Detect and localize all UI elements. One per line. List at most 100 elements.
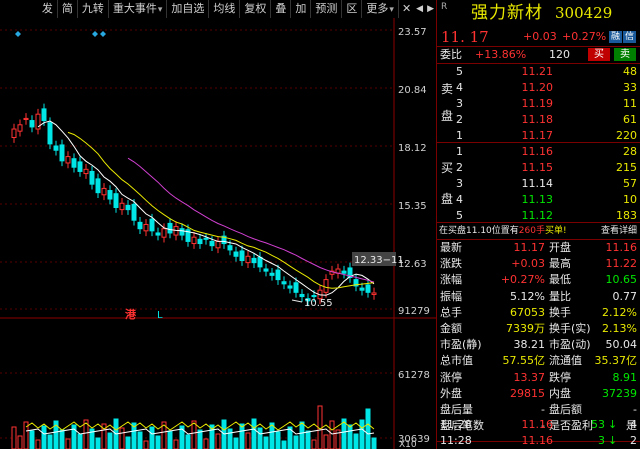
toolbar-add-watchlist-button[interactable]: 加自选 [167, 0, 210, 18]
volume-bar [29, 430, 35, 449]
notice-row: 在买盘11.10位置有260手买单! 查看详细 [437, 223, 640, 240]
volume-bar [371, 437, 377, 449]
stat-label-left: 振幅 [440, 289, 462, 303]
toolbar-adjust-button[interactable]: 复权 [240, 0, 272, 18]
volume-bar [119, 427, 125, 449]
volume-bars [11, 405, 377, 449]
candle-body [239, 250, 245, 262]
low-label: 10.55 [304, 298, 333, 309]
volume-bar [365, 408, 371, 449]
margin-badge: 融 [609, 31, 623, 43]
bid-row[interactable]: 4 11.13 10 [437, 191, 640, 208]
ask-volume: 48 [623, 65, 637, 78]
volume-bar [77, 433, 83, 449]
toolbar-forecast-button[interactable]: 预测 [311, 0, 343, 18]
bid-level: 4 [456, 193, 463, 206]
bid-volume: 28 [623, 145, 637, 158]
ask-row[interactable]: 3 11.19 11 [437, 95, 640, 112]
weicha-value: 120 [549, 48, 570, 61]
bid-row[interactable]: 2 11.15 215 [437, 159, 640, 176]
candle-body [155, 232, 161, 236]
candle-body [149, 218, 155, 232]
high-label: 12.33−11. [354, 255, 407, 266]
bid-row[interactable]: 3 11.14 57 [437, 175, 640, 192]
ask-price: 11.20 [521, 81, 554, 94]
toolbar-fa-button[interactable]: 发 [38, 0, 58, 18]
arrow-left-icon[interactable]: ◀ [414, 0, 425, 18]
bid-row[interactable]: 1 11.16 28 [437, 143, 640, 160]
stat-label-right: 市盈(动) [549, 338, 591, 352]
ask-level: 3 [456, 97, 463, 110]
ask-volume: 61 [623, 113, 637, 126]
volume-bar [173, 439, 179, 449]
sell-side-label-1: 卖 [441, 82, 454, 96]
price-axis: 23.57 20.84 18.12 15.35 12.63 91279 6127… [398, 27, 430, 449]
stat-label-right: 量比 [549, 289, 571, 303]
stat-label-right: 流通值 [549, 354, 582, 368]
buy-side-label-1: 买 [441, 161, 454, 175]
stat-row: 市盈(静) 38.21 市盈(动) 50.04 [437, 336, 640, 353]
stat-label-left: 涨跌 [440, 257, 462, 271]
toolbar-jian-button[interactable]: 简 [58, 0, 78, 18]
stock-name: 强力新材 [471, 3, 543, 23]
stat-value-left: 11.17 [513, 241, 546, 254]
toolbar-add-button[interactable]: 加 [291, 0, 312, 18]
price-tick-2: 18.12 [398, 143, 427, 154]
candle-body [287, 285, 293, 289]
toolbar-overlay-button[interactable]: 叠 [271, 0, 292, 18]
stat-value-right: 11.16 [605, 241, 638, 254]
candle-body [191, 236, 197, 245]
ask-row[interactable]: 5 11.21 48 [437, 63, 640, 80]
stat-label-left: 涨幅 [440, 273, 462, 287]
stat-label-left: 金额 [440, 322, 462, 335]
candle-body [119, 202, 125, 211]
stat-row: 涨停 13.37 跌停 8.91 [437, 369, 640, 386]
volume-bar [293, 435, 299, 449]
ask-level: 4 [456, 81, 463, 94]
candle-body [371, 292, 377, 295]
view-detail-link[interactable]: 查看详细 [601, 223, 637, 240]
ask-level: 2 [456, 113, 463, 126]
buy-button[interactable]: 买 [588, 48, 610, 61]
quote-title: R 强力新材 300429 [437, 0, 640, 26]
ask-price: 11.19 [521, 97, 554, 110]
candle-body [293, 282, 299, 293]
ask-level: 5 [456, 65, 463, 78]
toolbar-ma-button[interactable]: 均线 [209, 0, 241, 18]
toolbar-major-events-button[interactable]: 重大事件▾ [109, 0, 168, 18]
toolbar-jiuzhuan-button[interactable]: 九转 [78, 0, 109, 18]
volume-bar [329, 420, 335, 449]
candle-body [359, 287, 365, 291]
bid-level: 1 [456, 145, 463, 158]
candle-body [29, 120, 35, 128]
ask-volume: 33 [623, 81, 637, 94]
stat-label-left: 外盘 [440, 386, 462, 400]
stat-row: 金额 7339万 换手(实) 2.13% [437, 320, 640, 337]
candle-body [89, 170, 95, 185]
volume-bar [149, 426, 155, 449]
candle-body [209, 240, 215, 247]
volume-bar [191, 420, 197, 449]
candle-body [299, 293, 305, 298]
kline-chart[interactable]: 23.57 20.84 18.12 15.35 12.63 91279 6127… [0, 18, 436, 449]
candle-body [53, 145, 59, 151]
arrow-right-icon[interactable]: ▶ [425, 0, 436, 18]
candle-body [113, 193, 119, 208]
marker-l: L [157, 310, 163, 321]
ask-row[interactable]: 2 11.18 61 [437, 111, 640, 128]
tick-price: 11.16 [521, 418, 554, 431]
toolbar-range-button[interactable]: 区 [342, 0, 363, 18]
ask-row[interactable]: 4 11.20 33 [437, 79, 640, 96]
stat-row: 最新 11.17 开盘 11.16 [437, 239, 640, 256]
sell-button[interactable]: 卖 [614, 48, 636, 61]
close-chart-icon[interactable]: ✕ [399, 0, 414, 18]
candle-body [11, 128, 17, 139]
volume-bar [281, 440, 287, 449]
volume-tick-0: 91279 [398, 306, 430, 317]
stat-value-right: 50.04 [605, 338, 638, 352]
ma20-line [127, 157, 375, 283]
stat-row: 涨幅 +0.27% 最低 10.65 [437, 271, 640, 288]
toolbar-more-button[interactable]: 更多▾ [362, 0, 399, 18]
stat-label-right: 开盘 [549, 241, 571, 254]
chart-toolbar: 发 简 九转 重大事件▾ 加自选 均线 复权 叠 加 预测 区 更多▾ ✕ ◀ … [0, 0, 436, 18]
